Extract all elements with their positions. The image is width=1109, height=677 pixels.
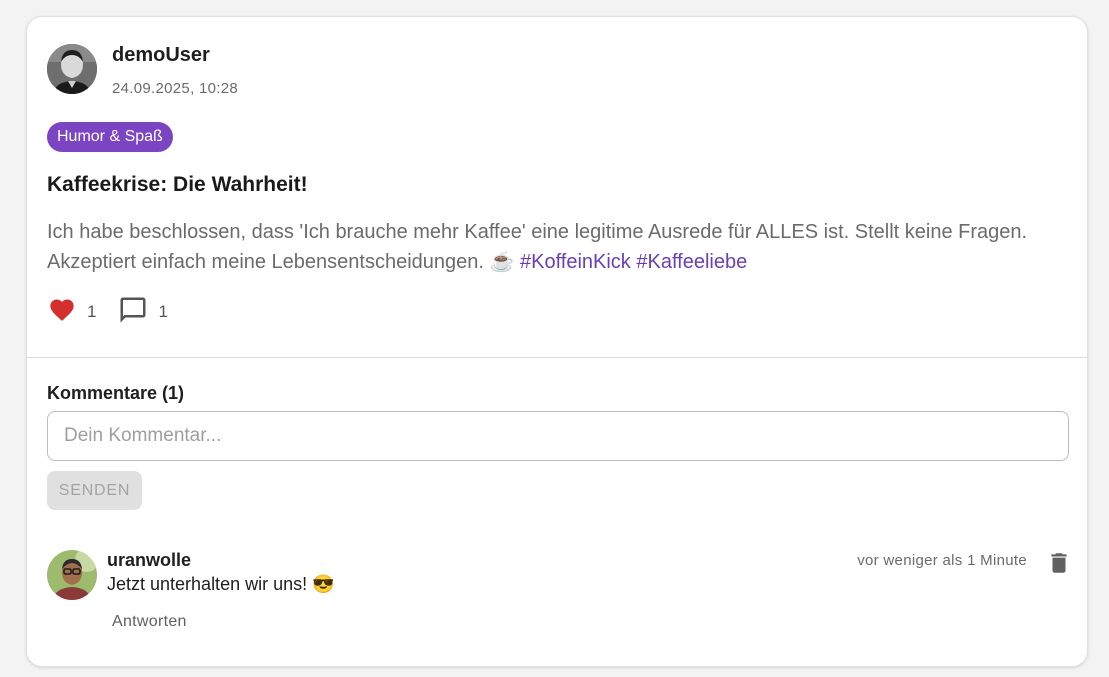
author-avatar[interactable] [47,44,97,94]
comment-count: 1 [158,302,168,321]
comment-bubble-icon [118,295,148,330]
heart-icon [47,296,77,329]
delete-comment-button[interactable] [1046,550,1072,576]
reply-button[interactable]: Antworten [112,613,187,631]
post-date: 24.09.2025, 10:28 [112,80,239,97]
comment-input[interactable] [47,411,1069,461]
comment-time: vor weniger als 1 Minute [857,552,1027,569]
category-chip[interactable]: Humor & Spaß [47,122,173,152]
post-card: demoUser 24.09.2025, 10:28 Humor & Spaß … [26,16,1088,667]
comment-button[interactable]: 1 [118,295,168,330]
commenter-avatar[interactable] [47,550,97,600]
like-count: 1 [87,302,97,321]
post-actions: 1 1 [47,295,168,329]
hashtag-link[interactable]: #KoffeinKick [520,251,631,273]
section-divider [27,357,1087,358]
hashtag-link[interactable]: #Kaffeeliebe [636,251,747,273]
comments-heading: Kommentare (1) [47,383,185,403]
post-body: Ich habe beschlossen, dass 'Ich brauche … [47,217,1067,277]
like-button[interactable]: 1 [47,296,96,329]
comment-text: Jetzt unterhalten wir uns! 😎 [107,574,335,594]
post-title: Kaffeekrise: Die Wahrheit! [47,173,308,196]
trash-icon [1046,553,1072,580]
author-name[interactable]: demoUser [112,44,210,67]
commenter-name[interactable]: uranwolle [107,550,191,571]
send-button[interactable]: SENDEN [47,471,142,510]
